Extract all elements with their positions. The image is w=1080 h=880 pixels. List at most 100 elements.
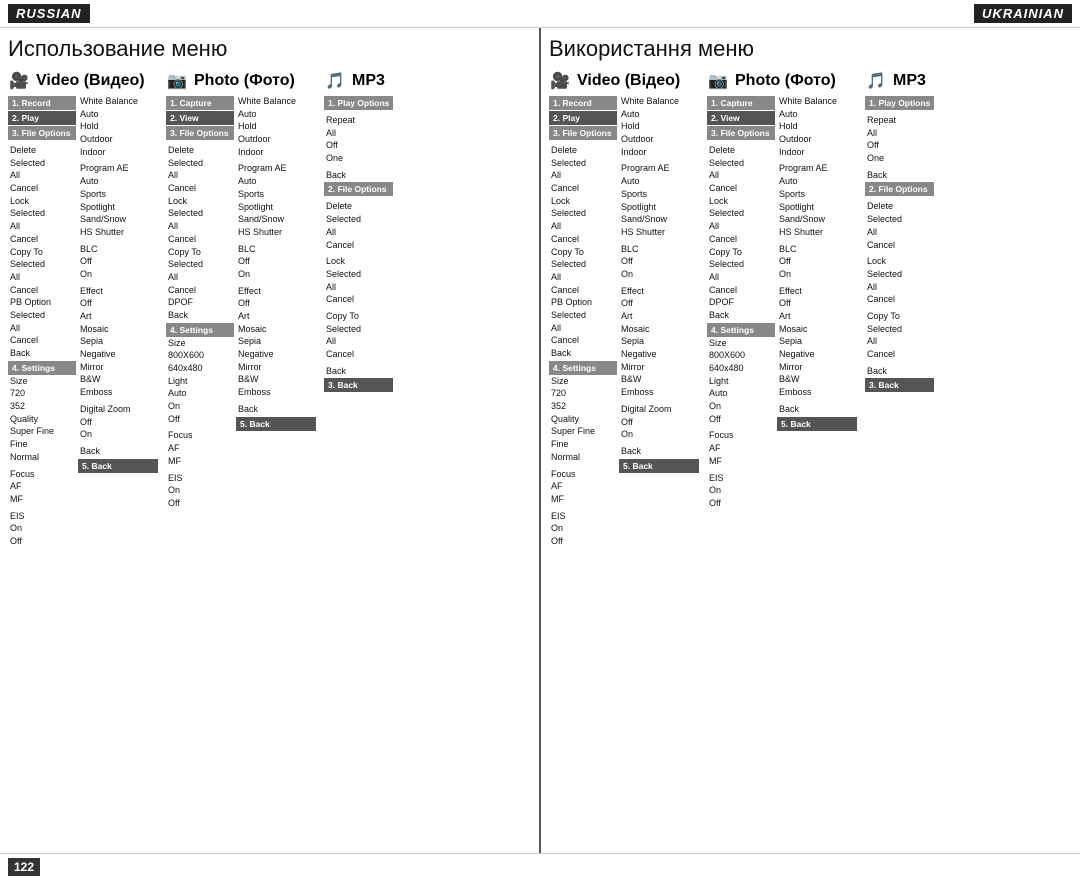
r-digzoom: Digital Zoom xyxy=(78,404,158,416)
u-back5-btn[interactable]: 5. Back xyxy=(619,459,699,473)
u-pae-sports: Sports xyxy=(619,189,699,201)
rm-cancel3: Cancel xyxy=(324,349,393,361)
rp-l-auto: Auto xyxy=(166,388,234,400)
r-selected3: Selected xyxy=(8,259,76,271)
r-pae: Program AE xyxy=(78,163,158,175)
russian-menu-columns: Video (Видео) 1. Record 2. Play 3. File … xyxy=(8,70,531,548)
u-col-sep1 xyxy=(701,70,705,548)
rm-playopt-btn[interactable]: 1. Play Options xyxy=(324,96,393,110)
ukrainian-photo-section: Photo (Фото) 1. Capture 2. View 3. File … xyxy=(707,70,857,548)
r-size: Size xyxy=(8,376,76,388)
um-off: Off xyxy=(865,140,934,152)
rp-view-btn[interactable]: 2. View xyxy=(166,111,234,125)
u-sel2: Selected xyxy=(549,208,617,220)
rm-one: One xyxy=(324,153,393,165)
u-lock: Lock xyxy=(549,196,617,208)
r-pae-auto: Auto xyxy=(78,176,158,188)
u-pae-sand: Sand/Snow xyxy=(619,214,699,226)
rp-pae: Program AE xyxy=(236,163,316,175)
rp-settings-btn[interactable]: 4. Settings xyxy=(166,323,234,337)
r-eis: EIS xyxy=(8,511,76,523)
u-quality: Quality xyxy=(549,414,617,426)
um-all2: All xyxy=(865,282,934,294)
u-all1: All xyxy=(549,170,617,182)
up-cap-btn[interactable]: 1. Capture xyxy=(707,96,775,110)
up-640: 640x480 xyxy=(707,363,775,375)
ukrainian-photo-col2: White Balance Auto Hold Outdoor Indoor P… xyxy=(777,96,857,510)
r-rec-btn[interactable]: 1. Record xyxy=(8,96,76,110)
r-pboption: PB Option xyxy=(8,297,76,309)
rp-cap-btn[interactable]: 1. Capture xyxy=(166,96,234,110)
r-mf: MF xyxy=(8,494,76,506)
ukrainian-photo-col1: 1. Capture 2. View 3. File Options Delet… xyxy=(707,96,775,510)
u-play-btn[interactable]: 2. Play xyxy=(549,111,617,125)
up-wb-hold: Hold xyxy=(777,121,857,133)
um-cancel1: Cancel xyxy=(865,240,934,252)
r-copyto: Copy To xyxy=(8,247,76,259)
r-pae-sports: Sports xyxy=(78,189,158,201)
r-back2: Back xyxy=(78,446,158,458)
up-fileopt-btn[interactable]: 3. File Options xyxy=(707,126,775,140)
u-wb-out: Outdoor xyxy=(619,134,699,146)
rp-fileopt-btn[interactable]: 3. File Options xyxy=(166,126,234,140)
up-mf: MF xyxy=(707,456,775,468)
u-dz-off: Off xyxy=(619,417,699,429)
up-eff: Effect xyxy=(777,286,857,298)
r-all1: All xyxy=(8,170,76,182)
page-number-bar: 122 xyxy=(0,853,1080,880)
russian-video-cols: 1. Record 2. Play 3. File Options Delete… xyxy=(8,96,158,548)
um-fileopt-btn[interactable]: 2. File Options xyxy=(865,182,934,196)
u-settings-btn[interactable]: 4. Settings xyxy=(549,361,617,375)
rp-l-on: On xyxy=(166,401,234,413)
r-fileopt-btn[interactable]: 3. File Options xyxy=(8,126,76,140)
r-352: 352 xyxy=(8,401,76,413)
u-cancel3: Cancel xyxy=(549,285,617,297)
r-back5-btn[interactable]: 5. Back xyxy=(78,459,158,473)
r-wb-indoor: Indoor xyxy=(78,147,158,159)
um-back3-btn[interactable]: 3. Back xyxy=(865,378,934,392)
r-wb-auto: Auto xyxy=(78,109,158,121)
up-eff-neg: Negative xyxy=(777,349,857,361)
um-repeat: Repeat xyxy=(865,115,934,127)
up-view-btn[interactable]: 2. View xyxy=(707,111,775,125)
u-rec-btn[interactable]: 1. Record xyxy=(549,96,617,110)
r-on: On xyxy=(8,523,76,535)
rm-off: Off xyxy=(324,140,393,152)
rp-eff-off: Off xyxy=(236,298,316,310)
page-num-badge: 122 xyxy=(8,858,40,876)
ukrainian-panel: Використання меню Video (Відео) 1. Recor… xyxy=(541,28,1080,853)
um-back2: Back xyxy=(865,366,934,378)
um-playopt-btn[interactable]: 1. Play Options xyxy=(865,96,934,110)
r-pae-sand: Sand/Snow xyxy=(78,214,158,226)
rp-wb-hold: Hold xyxy=(236,121,316,133)
u-pae: Program AE xyxy=(619,163,699,175)
u-pboption: PB Option xyxy=(549,297,617,309)
up-pae-sand: Sand/Snow xyxy=(777,214,857,226)
up-eff-art: Art xyxy=(777,311,857,323)
up-eis-on: On xyxy=(707,485,775,497)
rp-wb: White Balance xyxy=(236,96,316,108)
up-back5-btn[interactable]: 5. Back xyxy=(777,417,857,431)
u-eff-art: Art xyxy=(619,311,699,323)
rm-sel1: Selected xyxy=(324,214,393,226)
r-cancel1: Cancel xyxy=(8,183,76,195)
rp-back5-btn[interactable]: 5. Back xyxy=(236,417,316,431)
u-cancel2: Cancel xyxy=(549,234,617,246)
rp-blc-on: On xyxy=(236,269,316,281)
u-all4: All xyxy=(549,323,617,335)
r-fine: Fine xyxy=(8,439,76,451)
r-play-btn[interactable]: 2. Play xyxy=(8,111,76,125)
ukrainian-mp3-header: MP3 xyxy=(865,70,934,92)
rm-back3-btn[interactable]: 3. Back xyxy=(324,378,393,392)
up-back2: Back xyxy=(777,404,857,416)
u-fileopt-btn[interactable]: 3. File Options xyxy=(549,126,617,140)
u-eff-mosaic: Mosaic xyxy=(619,324,699,336)
r-all2: All xyxy=(8,221,76,233)
u-pae-hs: HS Shutter xyxy=(619,227,699,239)
up-800: 800X600 xyxy=(707,350,775,362)
rp-delete: Delete xyxy=(166,145,234,157)
r-settings-btn[interactable]: 4. Settings xyxy=(8,361,76,375)
rp-sel2: Selected xyxy=(166,208,234,220)
up-settings-btn[interactable]: 4. Settings xyxy=(707,323,775,337)
rm-fileopt-btn[interactable]: 2. File Options xyxy=(324,182,393,196)
